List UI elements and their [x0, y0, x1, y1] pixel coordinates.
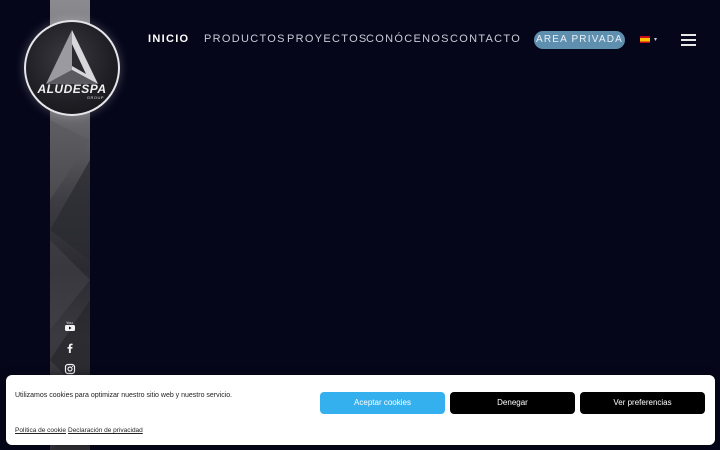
- svg-text:You: You: [66, 320, 73, 325]
- facebook-icon[interactable]: [64, 342, 76, 354]
- accept-cookies-button[interactable]: Aceptar cookies: [320, 392, 445, 414]
- nav-item-contacto[interactable]: CONTACTO: [450, 33, 521, 45]
- chevron-down-icon: ▾: [654, 36, 658, 43]
- instagram-icon[interactable]: [64, 363, 76, 375]
- youtube-icon[interactable]: You: [64, 320, 76, 332]
- cookie-banner: Utilizamos cookies para optimizar nuestr…: [6, 375, 715, 445]
- deny-cookies-button[interactable]: Denegar: [450, 392, 575, 414]
- language-selector[interactable]: ▾: [640, 36, 658, 44]
- cookie-policy-link[interactable]: Política de cookie: [15, 427, 66, 434]
- preferences-button[interactable]: Ver preferencias: [580, 392, 705, 414]
- cookie-message: Utilizamos cookies para optimizar nuestr…: [15, 392, 233, 399]
- nav-item-inicio[interactable]: INICIO: [148, 33, 189, 45]
- brand-logo[interactable]: ALUDESPA GROUP: [24, 20, 120, 116]
- logo-subtext: GROUP: [86, 95, 104, 100]
- nav-item-proyectos[interactable]: PROYECTOS: [287, 33, 368, 45]
- nav-item-productos[interactable]: PRODUCTOS: [204, 33, 286, 45]
- logo-text: ALUDESPA: [37, 82, 107, 96]
- nav-item-conocenos[interactable]: CONÓCENOS: [366, 33, 450, 45]
- spain-flag-icon: [640, 36, 650, 43]
- privacy-statement-link[interactable]: Declaración de privacidad: [68, 427, 143, 434]
- menu-icon[interactable]: [681, 34, 696, 46]
- area-privada-button[interactable]: AREA PRIVADA: [534, 31, 625, 49]
